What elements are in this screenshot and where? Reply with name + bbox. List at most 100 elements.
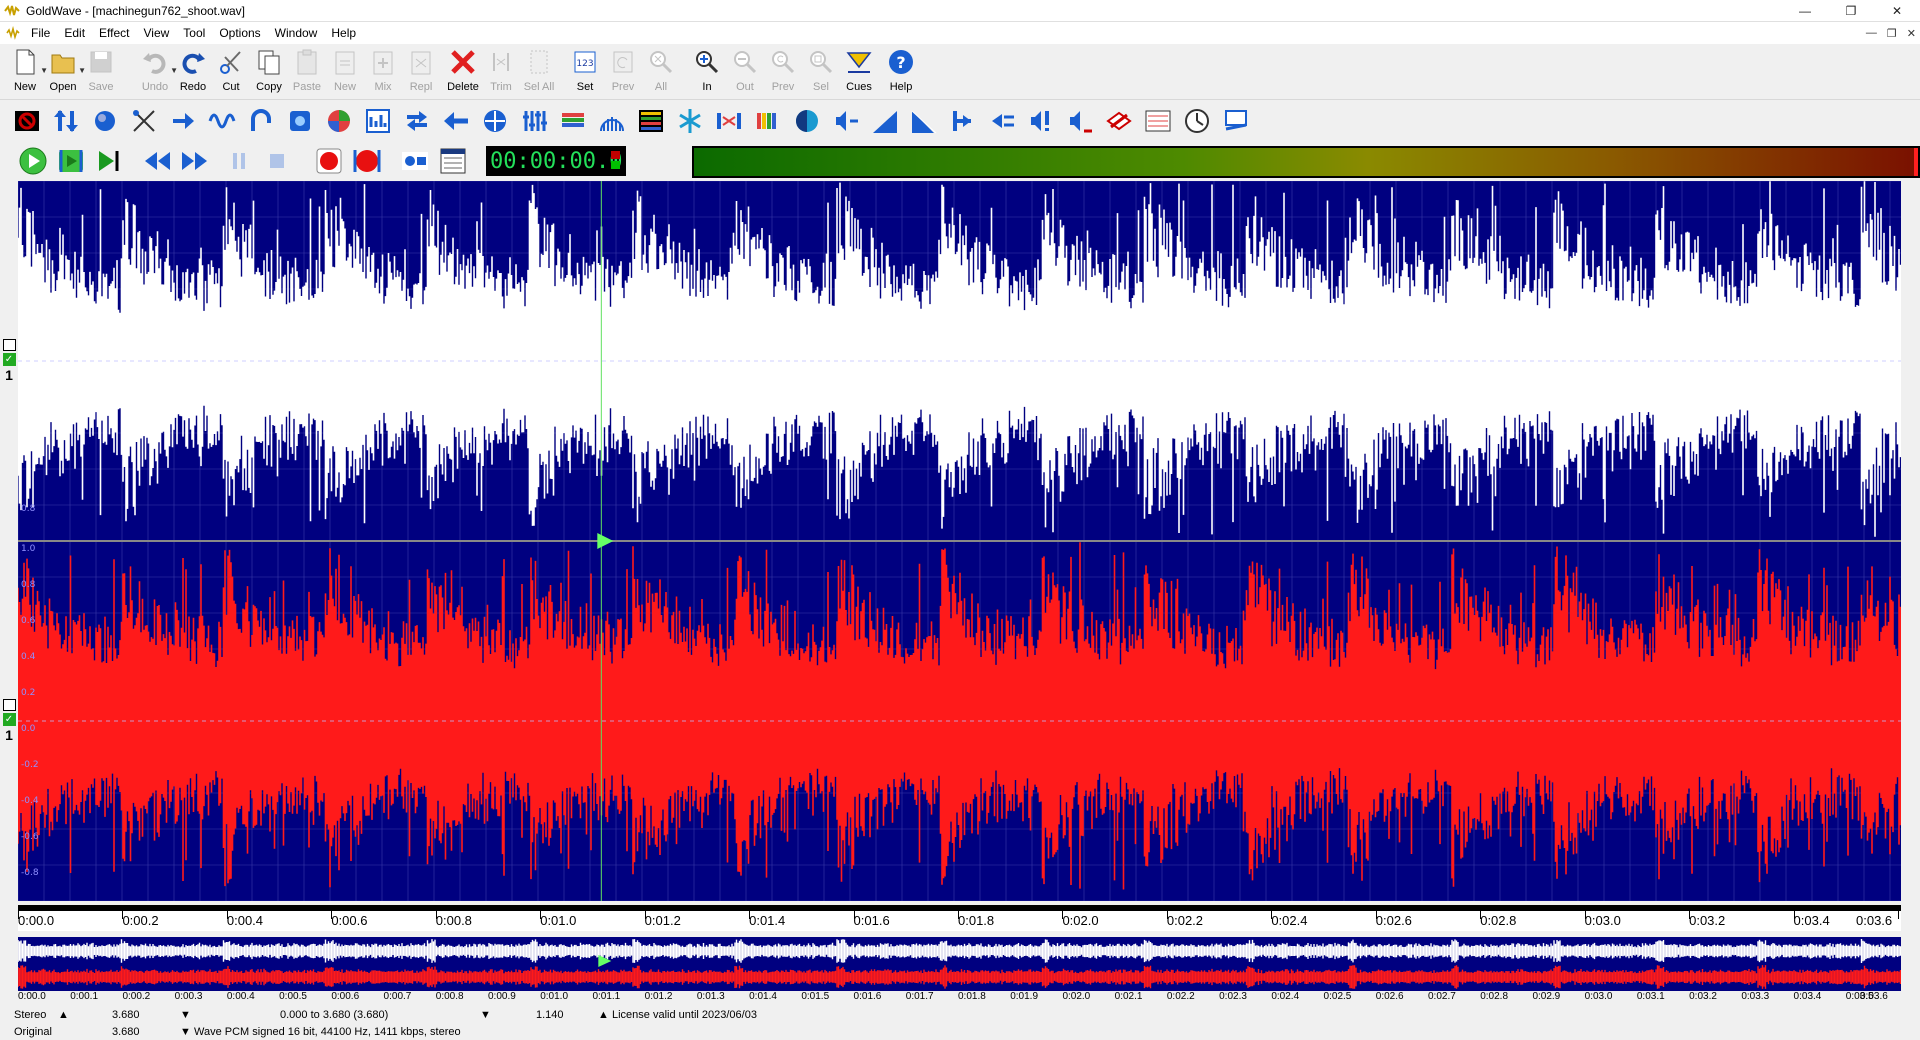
toolbar-undo-button[interactable]: Undo ▼ bbox=[136, 44, 178, 100]
pan-icon[interactable] bbox=[400, 104, 434, 138]
menu-help[interactable]: Help bbox=[324, 26, 363, 40]
toolbar-prev-button[interactable]: Prev bbox=[764, 44, 802, 100]
menu-file[interactable]: File bbox=[24, 26, 57, 40]
overview-label: 0:00.9 bbox=[488, 991, 516, 1002]
menu-tool[interactable]: Tool bbox=[176, 26, 212, 40]
left-channel-select-box[interactable] bbox=[2, 339, 16, 351]
reverb-icon[interactable] bbox=[1102, 104, 1136, 138]
set-selection-icon: 123 bbox=[570, 47, 600, 77]
fade-in-icon[interactable] bbox=[790, 104, 824, 138]
right-channel-select-box[interactable] bbox=[2, 699, 16, 711]
toolbar-redo-button[interactable]: Redo bbox=[174, 44, 212, 100]
channel-mixer-icon[interactable] bbox=[712, 104, 746, 138]
toolbar-trim-button[interactable]: Trim bbox=[482, 44, 520, 100]
toolbar-help-button[interactable]: ? Help bbox=[882, 44, 920, 100]
pitch-bend-icon[interactable] bbox=[1219, 104, 1253, 138]
menu-window[interactable]: Window bbox=[268, 26, 325, 40]
toolbar-set-button[interactable]: 123 Set bbox=[566, 44, 604, 100]
overview-waveform[interactable] bbox=[18, 937, 1901, 991]
flanger-icon[interactable] bbox=[244, 104, 278, 138]
toolbar-paste-button[interactable]: Paste bbox=[288, 44, 326, 100]
toolbar-in-button[interactable]: In bbox=[688, 44, 726, 100]
toolbar-new-button[interactable]: New ▼ bbox=[6, 44, 48, 100]
waveform-display[interactable]: 1.0 0.8 0.6 0.4 0.2 0.0 -0.2 -0.4 -0.6 -0.8 0.8 bbox=[18, 181, 1901, 901]
doppler-icon[interactable] bbox=[88, 104, 122, 138]
toolbar-open-button[interactable]: Open ▼ bbox=[44, 44, 86, 100]
play-icon[interactable] bbox=[14, 144, 52, 178]
toolbar-prev-button[interactable]: Prev bbox=[604, 44, 642, 100]
up-arrow-icon[interactable]: ▲ bbox=[58, 1009, 69, 1021]
restore-icon[interactable]: ❐ bbox=[1828, 0, 1874, 22]
toolbar-delete-button[interactable]: Delete bbox=[444, 44, 482, 100]
volume-shape-icon[interactable] bbox=[673, 104, 707, 138]
record-icon[interactable] bbox=[310, 144, 348, 178]
compressor-icon[interactable] bbox=[751, 104, 785, 138]
playback-rate-icon[interactable] bbox=[478, 104, 512, 138]
device-icon[interactable] bbox=[434, 144, 472, 178]
resample-icon[interactable] bbox=[517, 104, 551, 138]
auto-gain-icon[interactable] bbox=[49, 104, 83, 138]
maximize-volume-icon[interactable] bbox=[907, 104, 941, 138]
toolbar-copy-button[interactable]: Copy bbox=[250, 44, 288, 100]
toolbar-cues-button[interactable]: Cues bbox=[840, 44, 878, 100]
invert-icon[interactable] bbox=[283, 104, 317, 138]
menu-edit[interactable]: Edit bbox=[57, 26, 92, 40]
timeline-label: 0:01.0 bbox=[540, 913, 577, 928]
toolbar-sel-all-button[interactable]: Sel All bbox=[520, 44, 558, 100]
play-to-end-icon[interactable] bbox=[90, 144, 128, 178]
toolbar-all-button[interactable]: All bbox=[642, 44, 680, 100]
equalizer-icon[interactable] bbox=[205, 104, 239, 138]
spectrum-filter-icon[interactable] bbox=[634, 104, 668, 138]
close-icon[interactable]: ✕ bbox=[1874, 0, 1920, 22]
interpolate-icon[interactable] bbox=[985, 104, 1019, 138]
dropdown-arrow-icon[interactable]: ▼ bbox=[480, 1009, 491, 1021]
overview-label: 0:01.9 bbox=[1010, 991, 1039, 1002]
left-channel-enabled-checkbox[interactable]: ✓ bbox=[2, 353, 16, 366]
menu-view[interactable]: View bbox=[137, 26, 177, 40]
up-arrow-icon[interactable]: ▲ bbox=[598, 1009, 609, 1021]
dropdown-arrow-icon[interactable]: ▼ bbox=[180, 1009, 191, 1021]
toolbar-save-button[interactable]: Save bbox=[82, 44, 120, 100]
overview-label: 0:02.0 bbox=[1062, 991, 1091, 1002]
silence-reduction-icon[interactable] bbox=[595, 104, 629, 138]
toolbar-new-button[interactable]: New bbox=[326, 44, 364, 100]
noise-icon[interactable] bbox=[1063, 104, 1097, 138]
menu-options[interactable]: Options bbox=[212, 26, 267, 40]
stop-effect-icon[interactable] bbox=[10, 104, 44, 138]
noise-reduction-icon[interactable] bbox=[361, 104, 395, 138]
change-volume-icon[interactable] bbox=[946, 104, 980, 138]
pause-icon[interactable] bbox=[220, 144, 258, 178]
document-wave-icon[interactable] bbox=[6, 26, 20, 40]
play-selection-icon[interactable] bbox=[52, 144, 90, 178]
time-icon[interactable] bbox=[1180, 104, 1214, 138]
fade-out-icon[interactable] bbox=[829, 104, 863, 138]
pitch-icon[interactable] bbox=[439, 104, 473, 138]
mechanize-icon[interactable] bbox=[322, 104, 356, 138]
status-bar: Stereo ▲ 3.680 ▼ 0.000 to 3.680 (3.680) … bbox=[0, 1006, 1920, 1040]
time-warp-icon[interactable] bbox=[1141, 104, 1175, 138]
record-selection-icon[interactable] bbox=[348, 144, 386, 178]
rewind-icon[interactable] bbox=[138, 144, 176, 178]
toolbar-sel-button[interactable]: Sel bbox=[802, 44, 840, 100]
echo-icon[interactable] bbox=[166, 104, 200, 138]
right-channel-enabled-checkbox[interactable]: ✓ bbox=[2, 713, 16, 726]
overview-label: 0:02.8 bbox=[1480, 991, 1509, 1002]
timeline-ruler[interactable]: 0:00.0 0:00.2 0:00.4 0:00.6 0:00.8 0:01.0 0:01… bbox=[18, 905, 1901, 931]
mdi-restore-icon[interactable]: ❐ bbox=[1887, 27, 1897, 40]
stop-icon[interactable] bbox=[258, 144, 296, 178]
reverse-icon[interactable] bbox=[556, 104, 590, 138]
minimize-icon[interactable]: — bbox=[1782, 0, 1828, 22]
dynamics-icon[interactable] bbox=[127, 104, 161, 138]
toolbar-mix-button[interactable]: Mix bbox=[364, 44, 402, 100]
pop-click-icon[interactable] bbox=[1024, 104, 1058, 138]
mdi-minimize-icon[interactable]: — bbox=[1866, 27, 1877, 39]
toolbar-cut-button[interactable]: Cut bbox=[212, 44, 250, 100]
offset-icon[interactable] bbox=[868, 104, 902, 138]
fast-forward-icon[interactable] bbox=[176, 144, 214, 178]
menu-effect[interactable]: Effect bbox=[92, 26, 136, 40]
toolbar-out-button[interactable]: Out bbox=[726, 44, 764, 100]
visual-icon[interactable] bbox=[396, 144, 434, 178]
mdi-close-icon[interactable]: ✕ bbox=[1907, 27, 1916, 40]
dropdown-arrow-icon[interactable]: ▼ bbox=[180, 1026, 191, 1038]
toolbar-repl-button[interactable]: Repl bbox=[402, 44, 440, 100]
